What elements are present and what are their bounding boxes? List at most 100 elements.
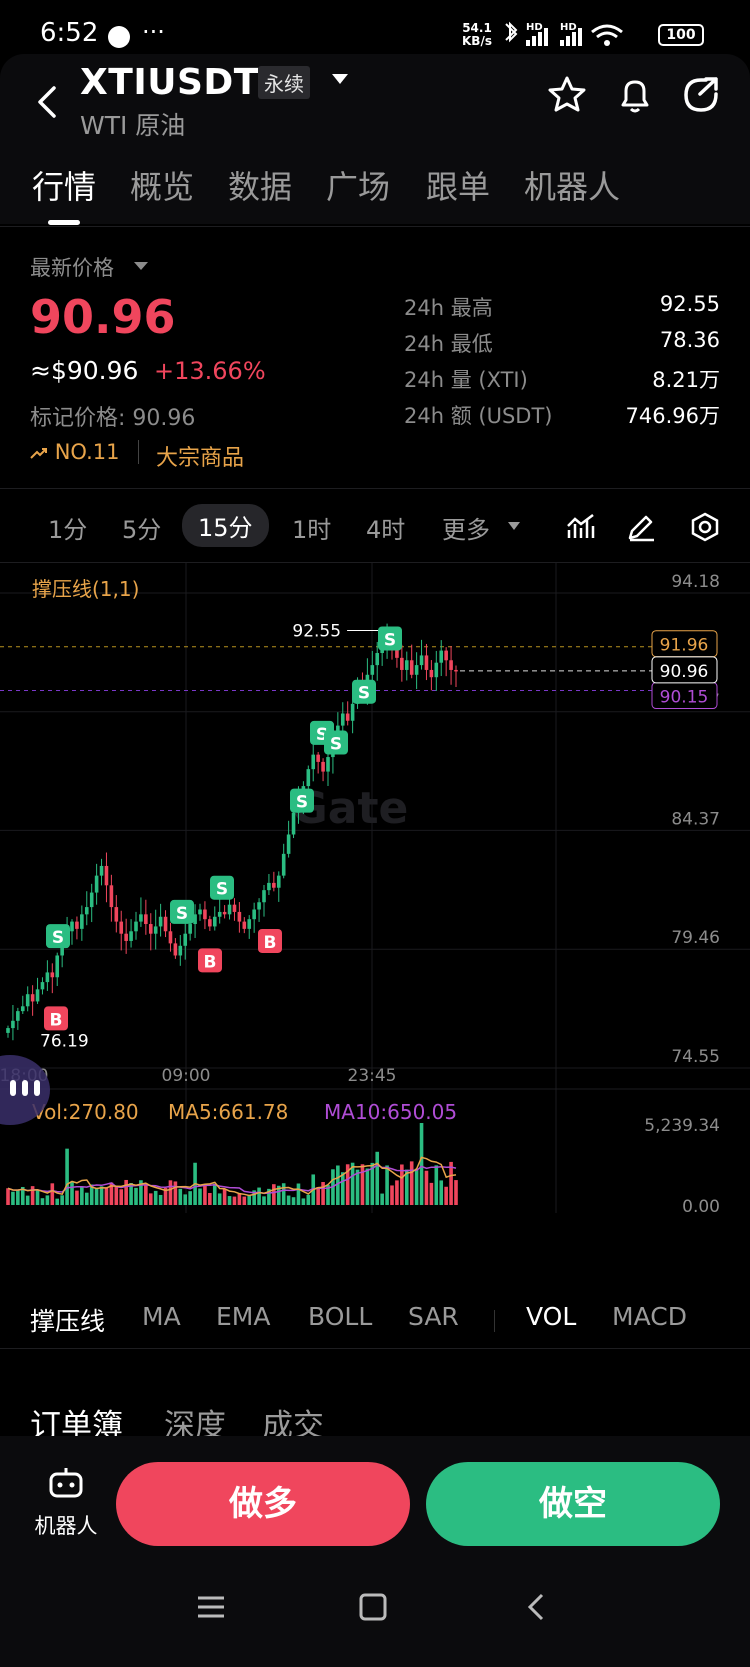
draw-pencil-icon[interactable] [626, 512, 656, 542]
interval-5m[interactable]: 5分 [122, 510, 161, 545]
chevron-down-icon[interactable] [332, 74, 348, 84]
candle-body [129, 931, 133, 941]
back-nav-icon[interactable] [522, 1592, 552, 1622]
volume-bar [30, 1186, 35, 1205]
candle-body [409, 660, 414, 675]
high-label: 92.55 [292, 621, 341, 641]
candle-body [326, 757, 330, 772]
candle-body [134, 921, 138, 932]
candle-body [11, 1020, 15, 1029]
volume-bar [296, 1183, 301, 1205]
short-button[interactable]: 做空 [426, 1462, 720, 1546]
settings-icon[interactable] [690, 512, 720, 542]
volume-bar [70, 1181, 74, 1205]
candle-body [163, 916, 168, 932]
candle-body [173, 943, 178, 956]
tab-market[interactable]: 行情 [32, 162, 96, 208]
volume-bar [414, 1168, 419, 1205]
volume-bar [173, 1181, 178, 1205]
volume-bar [291, 1197, 296, 1205]
contract-type-badge[interactable]: 永续 [258, 66, 310, 99]
volume-bar [16, 1190, 20, 1205]
indicator-icon[interactable] [566, 512, 596, 542]
volume-bar [183, 1194, 188, 1205]
home-icon[interactable] [358, 1592, 388, 1622]
candle-body [321, 761, 325, 772]
candle-body [20, 1006, 25, 1012]
ind-ma[interactable]: MA [142, 1302, 181, 1331]
back-icon[interactable] [30, 84, 66, 120]
tab-copy-trade[interactable]: 跟单 [426, 162, 490, 208]
ind-sr[interactable]: 撑压线 [30, 1302, 105, 1338]
assistant-bars-icon[interactable] [6, 1078, 50, 1096]
interval-4h[interactable]: 4时 [366, 510, 405, 545]
tab-data[interactable]: 数据 [228, 162, 292, 208]
pair-title[interactable]: XTIUSDT [80, 62, 259, 103]
ind-boll[interactable]: BOLL [308, 1302, 372, 1331]
volume-bar [454, 1180, 458, 1205]
candle-body [444, 650, 448, 661]
candlestick-chart[interactable]: Gate 撑压线(1,1) 94.1889.2784.3779.4674.55 … [0, 563, 750, 1283]
interval-1h[interactable]: 1时 [292, 510, 331, 545]
divider [0, 226, 750, 227]
candle-body [350, 703, 355, 721]
rank-badge[interactable]: NO.11 [30, 440, 119, 464]
candle-body [291, 812, 296, 835]
long-button[interactable]: 做多 [116, 1462, 410, 1546]
volume-bar [65, 1148, 69, 1205]
candle-body [400, 657, 404, 670]
candle-body [148, 924, 153, 934]
usd-price: ≈$90.96 [30, 356, 139, 385]
ind-ema[interactable]: EMA [216, 1302, 270, 1331]
volume-bar [25, 1195, 30, 1205]
volume-bar [375, 1151, 380, 1205]
volume-bar [439, 1180, 444, 1205]
tab-square[interactable]: 广场 [326, 162, 390, 208]
volume-bar [6, 1188, 10, 1205]
ind-macd[interactable]: MACD [612, 1302, 687, 1331]
star-icon[interactable] [546, 74, 588, 116]
ind-sar[interactable]: SAR [408, 1302, 459, 1331]
candle-body [439, 650, 444, 663]
ind-vol[interactable]: VOL [526, 1302, 576, 1331]
interval-15m[interactable]: 15分 [182, 504, 269, 547]
x-tick-label: 23:45 [348, 1066, 397, 1086]
candle-body [375, 653, 380, 666]
volume-bar [395, 1180, 399, 1205]
divider [494, 1310, 495, 1332]
candle-body [257, 902, 261, 910]
volume-bar [212, 1183, 217, 1205]
candle-body [272, 882, 276, 888]
candle-body [6, 1028, 10, 1033]
volume-bar [119, 1189, 124, 1205]
latest-price-dropdown[interactable]: 最新价格 [30, 252, 148, 282]
candle-body [227, 904, 232, 915]
volume-bar [350, 1162, 355, 1205]
share-icon[interactable] [680, 74, 722, 116]
tab-overview[interactable]: 概览 [130, 162, 194, 208]
divider [0, 1348, 750, 1349]
sell-marker-label: S [216, 880, 228, 900]
interval-more[interactable]: 更多 [442, 510, 490, 545]
volume-bar [385, 1165, 389, 1205]
tab-bots[interactable]: 机器人 [524, 162, 620, 208]
bell-icon[interactable] [614, 74, 656, 116]
stat-turnover-value: 746.96万 [625, 404, 720, 428]
volume-bar [153, 1190, 158, 1205]
ma10-label: MA10:650.05 [324, 1100, 457, 1124]
stat-low-label: 24h 最低 [404, 332, 493, 356]
sector-tag[interactable]: 大宗商品 [156, 440, 244, 472]
robot-button[interactable]: 机器人 [30, 1466, 102, 1540]
candle-body [281, 853, 286, 876]
candle-body [70, 921, 74, 932]
volume-bar [94, 1188, 99, 1205]
y-tick-label: 79.46 [671, 928, 720, 948]
candle-body [168, 931, 173, 944]
menu-icon[interactable] [196, 1592, 226, 1622]
interval-1m[interactable]: 1分 [48, 510, 87, 545]
candle-body [55, 955, 60, 978]
candle-body [237, 911, 242, 922]
candle-body [99, 865, 104, 876]
volume-bar [178, 1188, 183, 1205]
candle-body [50, 972, 55, 978]
